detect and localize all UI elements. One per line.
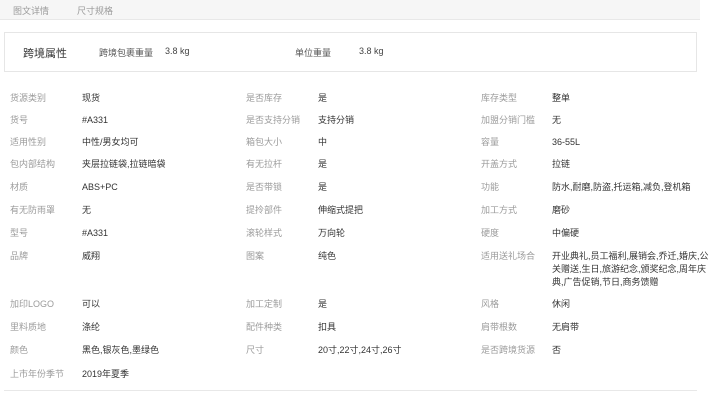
attr-value: #A331: [82, 115, 109, 125]
attr-value: 20寸,22寸,24寸,26寸: [318, 345, 402, 355]
attr-label: 开盖方式: [481, 159, 518, 169]
cross-border-title: 跨境属性: [23, 48, 67, 60]
unit-weight-value: 3.8 kg: [359, 46, 384, 56]
attr-label: 货号: [10, 115, 29, 125]
attr-label: 箱包大小: [246, 137, 283, 147]
attr-label: 是否跨境货源: [481, 345, 536, 355]
attribute-grid: 货源类别 现货 是否库存 是 库存类型 整单 货号 #A331 是否支持分销 支…: [0, 80, 711, 390]
attr-label: 硬度: [481, 228, 500, 238]
attr-value: 威翔: [82, 251, 101, 261]
attr-value: 无: [552, 115, 562, 125]
attr-value: 中: [318, 137, 328, 147]
package-weight-value: 3.8 kg: [165, 46, 190, 56]
attr-label: 肩带根数: [481, 322, 518, 332]
attr-value: 伸缩式提把: [318, 205, 364, 215]
attr-value: ABS+PC: [82, 182, 118, 192]
attr-label: 加工定制: [246, 299, 283, 309]
attr-label: 上市年份季节: [10, 369, 65, 379]
tab-graphic-details[interactable]: 图文详情: [13, 4, 49, 17]
attr-label: 材质: [10, 182, 29, 192]
attr-label: 包内部结构: [10, 159, 56, 169]
attr-value: 黑色,银灰色,墨绿色: [82, 345, 160, 355]
attr-value: 拉链: [552, 159, 571, 169]
attr-label: 是否带锁: [246, 182, 283, 192]
attr-value: 万向轮: [318, 228, 346, 238]
attr-label: 功能: [481, 182, 500, 192]
attr-label: 是否库存: [246, 93, 283, 103]
attr-value: 纯色: [318, 251, 337, 261]
attr-label: 加盟分销门槛: [481, 115, 536, 125]
attr-label: 是否支持分销: [246, 115, 301, 125]
attr-value: 涤纶: [82, 322, 101, 332]
attr-value: 休闲: [552, 299, 571, 309]
attr-label: 适用送礼场合: [481, 251, 536, 261]
attr-value: 整单: [552, 93, 571, 103]
tab-bar: 图文详情 尺寸规格: [0, 0, 700, 20]
attr-value: 扣具: [318, 322, 337, 332]
attr-label: 适用性别: [10, 137, 47, 147]
attr-value: 无: [82, 205, 92, 215]
attr-value: 磨砂: [552, 205, 571, 215]
attr-value: 是: [318, 182, 328, 192]
attr-label: 有无拉杆: [246, 159, 283, 169]
attr-value: 2019年夏季: [82, 369, 130, 379]
package-weight-label: 跨境包裹重量: [99, 48, 154, 58]
attr-value: 夹层拉链袋,拉链暗袋: [82, 159, 166, 169]
attr-label: 里料质地: [10, 322, 47, 332]
attr-label: 加工方式: [481, 205, 518, 215]
product-detail-page: 图文详情 尺寸规格 跨境属性 跨境包裹重量 3.8 kg 单位重量 3.8 kg…: [0, 0, 711, 401]
attr-value: 是: [318, 159, 328, 169]
attr-value: 中性/男女均可: [82, 137, 139, 147]
attr-label: 有无防雨罩: [10, 205, 56, 215]
attr-value: 是: [318, 93, 328, 103]
attr-label: 风格: [481, 299, 500, 309]
attr-value: 防水,耐磨,防盗,托运箱,减负,登机箱: [552, 182, 691, 192]
attr-value: 无肩带: [552, 322, 580, 332]
attr-label: 配件种类: [246, 322, 283, 332]
attr-label: 尺寸: [246, 345, 265, 355]
attr-label: 加印LOGO: [10, 299, 55, 309]
attr-label: 品牌: [10, 251, 29, 261]
attr-label: 提拎部件: [246, 205, 283, 215]
attr-value: 是: [318, 299, 328, 309]
attr-label: 容量: [481, 137, 500, 147]
cross-border-attributes-box: 跨境属性 跨境包裹重量 3.8 kg 单位重量 3.8 kg: [4, 32, 697, 72]
attr-value: 中偏硬: [552, 228, 580, 238]
attr-value: 可以: [82, 299, 101, 309]
bottom-divider: [4, 390, 697, 391]
attr-label: 滚轮样式: [246, 228, 283, 238]
attr-value: 支持分销: [318, 115, 355, 125]
attr-value: 36-55L: [552, 137, 581, 147]
attr-label: 型号: [10, 228, 29, 238]
unit-weight-label: 单位重量: [295, 48, 332, 58]
attr-value: 现货: [82, 93, 101, 103]
attr-value: 开业典礼,员工福利,展销会,乔迁,婚庆,公关赠送,生日,旅游纪念,颁奖纪念,周年…: [552, 251, 709, 287]
attr-value: 否: [552, 345, 562, 355]
attr-label: 库存类型: [481, 93, 518, 103]
attr-label: 颜色: [10, 345, 29, 355]
attr-label: 货源类别: [10, 93, 47, 103]
attr-value: #A331: [82, 228, 109, 238]
attr-label: 图案: [246, 251, 265, 261]
tab-size-spec[interactable]: 尺寸规格: [77, 4, 113, 17]
